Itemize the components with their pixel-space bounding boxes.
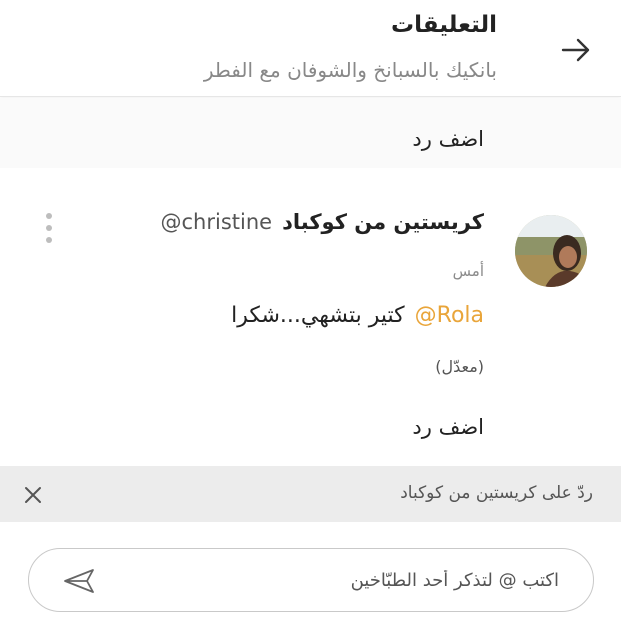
comment-time: أمس bbox=[452, 262, 484, 280]
author-name[interactable]: كريستين من كوكباد bbox=[282, 210, 484, 234]
comment-text: كتير بتشهي...شكرا bbox=[231, 303, 405, 328]
add-reply-link[interactable]: اضف رد bbox=[412, 127, 484, 151]
replying-to-bar: ردّ على كريستين من كوكباد bbox=[0, 466, 621, 522]
more-vertical-icon bbox=[46, 213, 52, 219]
mention-link[interactable]: @Rola bbox=[415, 303, 484, 328]
recipe-subtitle: بانكيك بالسبانخ والشوفان مع الفطر bbox=[203, 58, 497, 82]
comment-add-reply-link[interactable]: اضف رد bbox=[412, 415, 484, 439]
send-icon bbox=[64, 569, 94, 593]
author-handle[interactable]: @christine bbox=[161, 210, 273, 234]
replying-to-text: ردّ على كريستين من كوكباد bbox=[400, 483, 593, 503]
comment-author: كريستين من كوكباد @christine bbox=[161, 210, 484, 234]
send-button[interactable] bbox=[61, 565, 97, 597]
avatar[interactable] bbox=[515, 215, 587, 287]
cancel-reply-button[interactable] bbox=[18, 480, 48, 510]
comment-input[interactable] bbox=[129, 561, 559, 599]
comment-body: @Rola كتير بتشهي...شكرا bbox=[231, 303, 484, 328]
user-photo bbox=[515, 215, 587, 287]
page-title: التعليقات bbox=[391, 12, 497, 38]
comment-composer bbox=[28, 548, 594, 612]
arrow-right-icon bbox=[561, 38, 590, 62]
comment-menu-button[interactable] bbox=[36, 209, 62, 247]
edited-label: (معدّل) bbox=[435, 357, 484, 376]
back-button[interactable] bbox=[556, 30, 596, 70]
close-icon bbox=[25, 487, 41, 503]
top-reply-band bbox=[0, 98, 621, 168]
header: التعليقات بانكيك بالسبانخ والشوفان مع ال… bbox=[0, 0, 621, 97]
